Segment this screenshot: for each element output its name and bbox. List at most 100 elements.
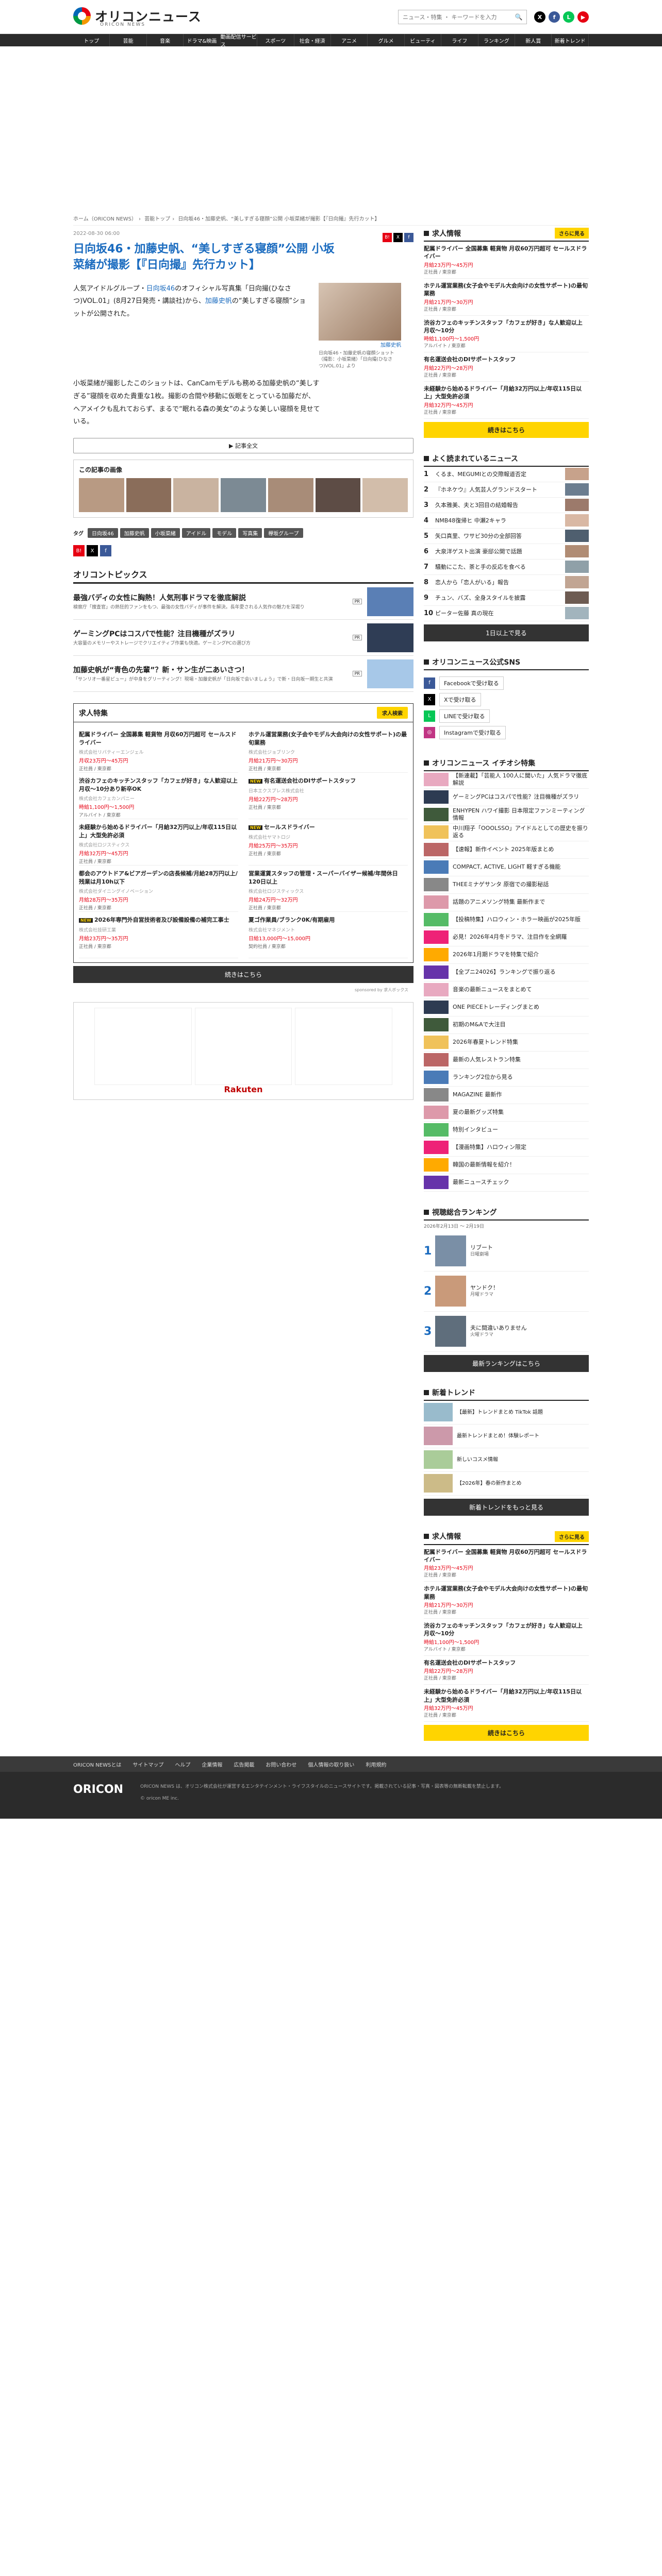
side-job-item[interactable]: 渋谷カフェのキッチンスタッフ「カフェが好き」な人歓迎以上 月収～10分 時給1,1… bbox=[424, 1619, 589, 1656]
job-item[interactable]: 夏ゴ作業員/ブランク0K/有期雇用 株式会社マネジメント 日給13,000円～15,… bbox=[249, 912, 408, 959]
rakuten-logo[interactable]: Rakuten bbox=[224, 1084, 262, 1094]
tag-item[interactable]: 小坂菜緒 bbox=[151, 528, 180, 538]
trend-item[interactable]: 【2026年】春の新作まとめ bbox=[424, 1472, 589, 1496]
feature-item[interactable]: MAGAZINE 最新作 bbox=[424, 1087, 589, 1104]
topic-item[interactable]: ゲーミングPCはコスパで性能？注目機種がズラリ 大容量のメモリーやストレージでクリ… bbox=[73, 620, 413, 656]
ad-slot[interactable] bbox=[295, 1008, 393, 1086]
topic-item[interactable]: 加藤史帆が“青色の先輩”？新・サン生が二あいさつ！ 「サンリオ一番星ピュー」が中身… bbox=[73, 656, 413, 692]
sns-follow-button[interactable]: Xで受け取る bbox=[439, 692, 481, 706]
feature-item[interactable]: 話題のアニメソング特集 最新作まで bbox=[424, 894, 589, 911]
ad-slot[interactable] bbox=[194, 1008, 292, 1086]
tv-rank-item[interactable]: 2 ヤンドク！ 月曜ドラマ bbox=[424, 1272, 589, 1312]
side-job-item[interactable]: 有名運送会社のDIサポートスタッフ 月給22万円～28万円 正社員 / 東京都 bbox=[424, 1656, 589, 1685]
ad-slot[interactable] bbox=[94, 1008, 192, 1086]
search-icon[interactable]: 🔍 bbox=[511, 10, 526, 24]
line-icon[interactable]: L bbox=[563, 11, 574, 23]
sns-follow-row[interactable]: f Facebookで受け取る bbox=[424, 676, 589, 690]
sns-follow-button[interactable]: Instagramで受け取る bbox=[439, 725, 506, 739]
tag-item[interactable]: 加藤史帆 bbox=[120, 528, 149, 538]
feature-item[interactable]: ゲーミングPCはコスパで性能？注目機種がズラリ bbox=[424, 789, 589, 806]
side-job-item[interactable]: 有名運送会社のDIサポートスタッフ 月給22万円～28万円 正社員 / 東京都 bbox=[424, 352, 589, 382]
feature-item[interactable]: 初期のM&Aで大注目 bbox=[424, 1016, 589, 1034]
feature-item[interactable]: 【新連載】「芸能人 100人に聞いた」人気ドラマ徹底解説 bbox=[424, 771, 589, 789]
job-item[interactable]: 配属ドライバー 全国募集 軽貨物 月収60万円超可 セールスドライバー 株式会社リ… bbox=[79, 726, 238, 773]
sns-follow-row[interactable]: X Xで受け取る bbox=[424, 692, 589, 706]
job-item[interactable]: ホテル運営業務(女子会やモデル大会向けの女性サポート)の最旬業務 株式会社ジョブリ… bbox=[249, 726, 408, 773]
tv-rank-item[interactable]: 1 リブート 日曜劇場 bbox=[424, 1231, 589, 1272]
tag-item[interactable]: 日向坂46 bbox=[88, 528, 118, 538]
tag-item[interactable]: 欅坂グループ bbox=[264, 528, 303, 538]
link-hinatazaka[interactable]: 日向坂46 bbox=[146, 285, 175, 293]
ranking-item[interactable]: 7 騒動にこた、茶と手の反応を食べる bbox=[424, 560, 589, 575]
gallery-thumb[interactable] bbox=[79, 478, 124, 513]
feature-item[interactable]: ONE PIECEトレーディングまとめ bbox=[424, 999, 589, 1016]
jobs-more-button[interactable]: 続きはこちら bbox=[73, 966, 413, 984]
facebook-icon[interactable]: f bbox=[549, 11, 560, 23]
feature-item[interactable]: 必見！2026年4月冬ドラマ、注目作を全網羅 bbox=[424, 929, 589, 946]
gallery-thumb[interactable] bbox=[173, 478, 219, 513]
gnav-item[interactable]: ライフ bbox=[441, 34, 478, 46]
feature-item[interactable]: 最新の人気レストラン特集 bbox=[424, 1052, 589, 1069]
ranking-item[interactable]: 2 『ホネケウ』人気芸人グランドスタート bbox=[424, 482, 589, 498]
feature-item[interactable]: 【全プニ24026】ランキングで振り返る bbox=[424, 964, 589, 981]
gnav-item[interactable]: スポーツ bbox=[257, 34, 294, 46]
trend-item[interactable]: 新しいコスメ情報 bbox=[424, 1448, 589, 1472]
gnav-item[interactable]: 新人賞 bbox=[515, 34, 552, 46]
ranking-item[interactable]: 10 ピーター佐藤 真の現在 bbox=[424, 606, 589, 621]
side-jobs-button[interactable]: 続きはこちら bbox=[424, 421, 589, 438]
gallery-thumb[interactable] bbox=[362, 478, 408, 513]
trend-item[interactable]: 最新トレンドまとめ！体験レポート bbox=[424, 1425, 589, 1448]
gnav-item[interactable]: ランキング bbox=[478, 34, 516, 46]
ranking-item[interactable]: 8 恋人から「恋人がいる」報告 bbox=[424, 575, 589, 590]
sns-follow-row[interactable]: L LINEで受け取る bbox=[424, 709, 589, 723]
footer-nav-item[interactable]: 利用規約 bbox=[366, 1760, 386, 1768]
feature-item[interactable]: ランキング2位から見る bbox=[424, 1069, 589, 1087]
jobs-search-button[interactable]: 求人検索 bbox=[377, 707, 408, 719]
side-job-item[interactable]: 配属ドライバー 全国募集 軽貨物 月収60万円超可 セールスドライバー 月給23万… bbox=[424, 1545, 589, 1582]
gnav-item[interactable]: ドラマ&映画 bbox=[184, 34, 221, 46]
read-all-button[interactable]: ▶ 記事全文 bbox=[73, 438, 413, 454]
gallery-thumb[interactable] bbox=[268, 478, 313, 513]
x-share-icon[interactable]: X bbox=[393, 233, 403, 242]
gnav-item[interactable]: 芸能 bbox=[110, 34, 147, 46]
trend-item[interactable]: 【最新】トレンドまとめ TikTok 話題 bbox=[424, 1401, 589, 1425]
feature-item[interactable]: 【投稿特集】ハロウィン・ホラー映画が2025年版 bbox=[424, 911, 589, 929]
side-jobs-more[interactable]: さらに見る bbox=[555, 228, 589, 239]
job-item[interactable]: 渋谷カフェのキッチンスタッフ「カフェが好き」な人歓迎以上 月収～10分あり新卒O… bbox=[79, 773, 238, 820]
youtube-icon[interactable]: ▶ bbox=[577, 11, 589, 23]
side-jobs2-more[interactable]: さらに見る bbox=[555, 1531, 589, 1542]
ranking-more-button[interactable]: 1日以上で見る bbox=[424, 624, 589, 641]
side-job-item[interactable]: 未経験から始めるドライバー「月給32万円以上/年収115日以上」大型免許必須 月給… bbox=[424, 1685, 589, 1722]
article-photo[interactable]: 加藤史帆 日向坂46・加藤史帆の寝顔ショット（撮影：小坂菜緒）「日向撮(ひなさつ… bbox=[319, 282, 401, 370]
feature-item[interactable]: 特別インタビュー bbox=[424, 1122, 589, 1139]
job-item[interactable]: NEW 2026年専門外自営技術者及び設備設備の補完工事士 株式会社技研工業 月給23… bbox=[79, 912, 238, 959]
gnav-item[interactable]: 社会・経済 bbox=[294, 34, 331, 46]
ranking-item[interactable]: 9 チュン、バズ、全身スタイルを披露 bbox=[424, 590, 589, 606]
feature-item[interactable]: 【漫画特集】ハロウィン限定 bbox=[424, 1139, 589, 1157]
tag-item[interactable]: アイドル bbox=[181, 528, 211, 538]
feature-item[interactable]: 音楽の最新ニュースをまとめて bbox=[424, 981, 589, 999]
gallery-thumb[interactable] bbox=[126, 478, 172, 513]
footer-logo[interactable]: ORICON bbox=[73, 1783, 140, 1803]
side-job-item[interactable]: 配属ドライバー 全国募集 軽貨物 月収60万円超可 セールスドライバー 月給23万… bbox=[424, 242, 589, 279]
job-item[interactable]: 都会のアウトドア&ビアガーデンの店長候補/月給28万円以上/残業は月10h以下株… bbox=[79, 866, 238, 912]
footer-nav-item[interactable]: お問い合わせ bbox=[266, 1760, 296, 1768]
link-kato[interactable]: 加藤史帆 bbox=[205, 297, 232, 305]
topic-item[interactable]: 最強バディの女性に胸熱！人気刑事ドラマを徹底解説 検察庁「捜査官」の熱狂的ファンを… bbox=[73, 584, 413, 620]
job-item[interactable]: NEW セールスドライバー 株式会社ヤマトロジ 月給25万円～35万円 正社員 / 東京… bbox=[249, 819, 408, 866]
gallery-thumb[interactable] bbox=[221, 478, 266, 513]
gnav-item[interactable]: ビューティ bbox=[405, 34, 442, 46]
tv-more-button[interactable]: 最新ランキングはこちら bbox=[424, 1354, 589, 1372]
feature-item[interactable]: 中川翔子「OOOLSSO」アイドルとしての歴史を振り返る bbox=[424, 824, 589, 841]
gnav-item[interactable]: 動画配信サービス bbox=[221, 34, 258, 48]
feature-item[interactable]: 韓国の最新情報を紹介！ bbox=[424, 1157, 589, 1174]
side-job-item[interactable]: ホテル運営業務(女子会やモデル大会向けの女性サポート)の最旬業務 月給21万円～3… bbox=[424, 279, 589, 316]
breadcrumb-home[interactable]: ホーム（ORICON NEWS） bbox=[73, 216, 137, 222]
tv-rank-item[interactable]: 3 夫に間違いありません 火曜ドラマ bbox=[424, 1312, 589, 1352]
ranking-item[interactable]: 6 大泉洋ゲスト出演 豪邸公開で話題 bbox=[424, 544, 589, 560]
footer-nav-item[interactable]: 企業情報 bbox=[202, 1760, 222, 1768]
footer-nav-item[interactable]: ヘルプ bbox=[175, 1760, 190, 1768]
bookmark-icon[interactable]: B! bbox=[383, 233, 392, 242]
footer-nav-item[interactable]: ORICON NEWSとは bbox=[73, 1760, 121, 1768]
ranking-item[interactable]: 3 久本雅美、夫と3回目の結婚報告 bbox=[424, 498, 589, 513]
